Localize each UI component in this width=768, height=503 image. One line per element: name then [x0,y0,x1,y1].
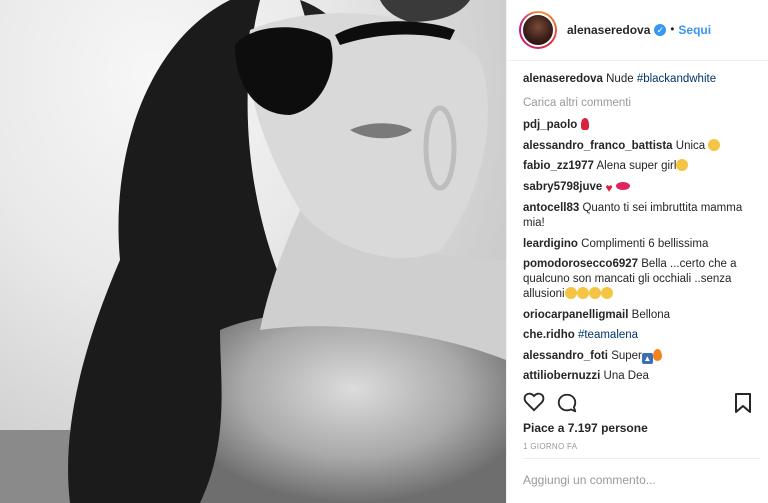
comment-text: Super [611,349,642,362]
comment-username[interactable]: attiliobernuzzi [523,370,600,382]
divider [523,458,760,459]
comment-row: pdj_paolo [523,118,760,133]
author-username[interactable]: alenaseredova [567,23,650,37]
comment-username[interactable]: pomodorosecco6927 [523,258,638,270]
fire-icon [652,348,662,361]
comment-hashtag[interactable]: #teamalena [578,329,638,341]
comment-text: Una Dea [603,370,649,382]
load-more-comments-link[interactable]: Carica altri commenti [523,97,760,109]
comment-row: pomodorosecco6927 Bella ...certo che a q… [523,257,760,302]
grin-icon [588,287,601,299]
caption-username[interactable]: alenaseredova [523,73,603,85]
hugging-face-icon [708,138,721,151]
rose-icon [580,118,589,130]
avatar-image [521,13,555,47]
post-photo[interactable] [0,0,506,503]
comment-username[interactable]: antocell83 [523,202,579,214]
comments-list: alenaseredova Nude #blackandwhite Carica… [523,72,760,390]
post-actions [523,390,752,416]
grin-icon [576,287,589,299]
caption: alenaseredova Nude #blackandwhite [523,72,760,87]
comment-text: Alena super girl [596,160,677,172]
comment-text: Bellona [631,308,671,321]
post-header: alenaseredova ✓ • Sequi [507,0,768,61]
comment-text: Complimenti 6 bellissima [581,237,709,250]
caption-hashtag[interactable]: #blackandwhite [637,73,716,85]
heart-outline-icon[interactable] [523,392,545,415]
comment-username[interactable]: che.ridho [523,329,575,341]
comment-row: fabio_zz1977 Alena super girl [523,159,760,174]
comment-row: oriocarpanelligmail Bellona [523,308,760,323]
comment-row: che.ridho #teamalena [523,328,760,343]
comment-row: alessandro_franco_battista Unica [523,138,760,154]
comment-row: antocell83 Quanto ti sei imbruttita mamm… [523,201,760,231]
comment-bubble-icon[interactable] [556,392,578,417]
verified-badge-icon: ✓ [654,24,667,36]
broken-heart-icon: ♥ [605,180,613,195]
comment-username[interactable]: pdj_paolo [523,119,577,131]
heart-eyes-icon [676,159,689,171]
comment-username[interactable]: oriocarpanelligmail [523,309,628,321]
comment-row: attiliobernuzzi Una Dea [523,369,760,384]
comment-username[interactable]: leardigino [523,238,578,250]
photo-illustration [0,0,506,503]
comment-username[interactable]: fabio_zz1977 [523,160,594,172]
post-timestamp[interactable]: 1 GIORNO FA [523,442,577,451]
grin-icon [564,287,577,299]
likes-count[interactable]: Piace a 7.197 persone [523,421,648,435]
comment-username[interactable]: alessandro_franco_battista [523,140,673,152]
comment-username[interactable]: sabry5798juve [523,181,602,193]
comment-row: sabry5798juve ♥ [523,180,760,196]
follow-button[interactable]: Sequi [678,23,711,37]
comment-row: alessandro_foti Super ▲ [523,348,760,364]
comment-username[interactable]: alessandro_foti [523,350,608,362]
separator-dot: • [670,24,675,36]
up-arrow-icon: ▲ [641,352,653,364]
add-comment-input[interactable] [523,473,759,487]
post-side-panel: alenaseredova ✓ • Sequi alenaseredova Nu… [506,0,768,503]
comment-row: leardigino Complimenti 6 bellissima [523,237,760,252]
grin-icon [600,287,613,299]
caption-text: Nude [606,73,637,85]
comment-text: Unica [675,139,706,152]
avatar[interactable] [519,11,557,49]
kiss-lips-icon [615,181,630,190]
bookmark-icon[interactable] [734,392,752,417]
